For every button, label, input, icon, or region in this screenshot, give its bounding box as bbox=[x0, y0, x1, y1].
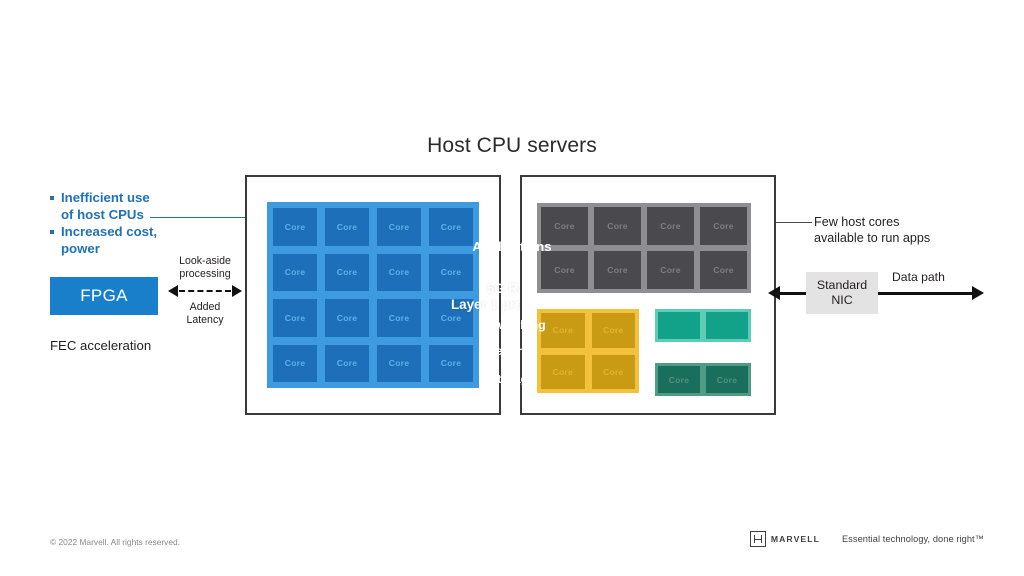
copyright-text: © 2022 Marvell. All rights reserved. bbox=[50, 537, 180, 547]
core-tile: Core bbox=[377, 299, 421, 337]
core-tile: Core bbox=[706, 366, 748, 393]
core-tile: Core bbox=[377, 344, 421, 382]
fec-acceleration-label: FEC acceleration bbox=[50, 338, 152, 353]
core-tile: Core bbox=[325, 208, 369, 246]
inefficiency-bullet-list: Inefficient use of host CPUs Increased co… bbox=[50, 190, 210, 257]
arrow-dashed-shaft bbox=[179, 290, 231, 292]
core-tile: Core bbox=[700, 207, 747, 245]
look-aside-annotation: Look-aside processing Added Latency bbox=[168, 255, 242, 327]
brand-tagline: Essential technology, done right™ bbox=[841, 534, 984, 544]
marvell-logo: MARVELL bbox=[749, 531, 820, 547]
added-latency-label: Added Latency bbox=[186, 301, 224, 326]
core-tile: Core bbox=[658, 312, 700, 339]
core-tile: Core bbox=[273, 208, 317, 246]
security-block-label: Security bbox=[487, 344, 537, 358]
core-tile: Core bbox=[541, 207, 588, 245]
core-tile: Core bbox=[700, 251, 747, 289]
data-path-label: Data path bbox=[892, 270, 945, 284]
5g-ran-core-grid: Core Core Core Core Core Core Core Core … bbox=[267, 202, 479, 388]
page-title: Host CPU servers bbox=[427, 134, 597, 157]
brand-footer: MARVELL Essential technology, done right… bbox=[749, 531, 984, 547]
core-tile: Core bbox=[273, 253, 317, 291]
core-tile: Core bbox=[594, 251, 641, 289]
applications-core-grid: Core Core Core Core Core Core Core Core bbox=[537, 203, 751, 293]
core-tile: Core bbox=[541, 313, 585, 348]
core-tile: Core bbox=[706, 312, 748, 339]
core-tile: Core bbox=[377, 208, 421, 246]
arrow-left-head-icon bbox=[168, 285, 178, 297]
look-aside-processing-label: Look-aside processing bbox=[179, 255, 231, 280]
core-tile: Core bbox=[325, 299, 369, 337]
data-path-arrow-group: Standard NIC Data path bbox=[768, 270, 984, 314]
core-tile: Core bbox=[325, 253, 369, 291]
core-tile: Core bbox=[429, 299, 473, 337]
core-tile: Core bbox=[325, 344, 369, 382]
storage-core-grid: Core Core bbox=[655, 363, 751, 396]
networking-core-grid: Core Core bbox=[655, 309, 751, 342]
core-tile: Core bbox=[647, 251, 694, 289]
core-tile: Core bbox=[429, 253, 473, 291]
few-host-cores-note: Few host cores available to run apps bbox=[814, 215, 931, 245]
arrow-right-head-icon bbox=[232, 285, 242, 297]
core-tile: Core bbox=[591, 354, 635, 389]
core-tile: Core bbox=[591, 313, 635, 348]
standard-nic-box[interactable]: Standard NIC bbox=[806, 272, 878, 314]
look-aside-double-arrow-icon bbox=[168, 284, 242, 298]
arrow-right-head-icon bbox=[972, 286, 984, 300]
core-tile: Core bbox=[541, 251, 588, 289]
core-tile: Core bbox=[273, 299, 317, 337]
core-tile: Core bbox=[658, 366, 700, 393]
marvell-wordmark: MARVELL bbox=[770, 534, 820, 544]
core-tile: Core bbox=[594, 207, 641, 245]
security-core-grid: Core Core Core Core bbox=[537, 309, 639, 393]
fpga-box[interactable]: FPGA bbox=[50, 277, 158, 315]
right-note-connector-line bbox=[776, 222, 812, 223]
core-tile: Core bbox=[429, 208, 473, 246]
storage-block-label: Storage bbox=[488, 372, 536, 386]
core-tile: Core bbox=[429, 344, 473, 382]
core-tile: Core bbox=[541, 354, 585, 389]
list-item: Increased cost, power bbox=[50, 224, 210, 257]
list-item: Inefficient use of host CPUs bbox=[50, 190, 210, 223]
networking-block-label: Networking bbox=[478, 318, 546, 332]
marvell-logo-mark-icon bbox=[749, 531, 766, 547]
left-annotation-list: Inefficient use of host CPUs Increased co… bbox=[50, 190, 210, 258]
core-tile: Core bbox=[647, 207, 694, 245]
core-tile: Core bbox=[273, 344, 317, 382]
core-tile: Core bbox=[377, 253, 421, 291]
